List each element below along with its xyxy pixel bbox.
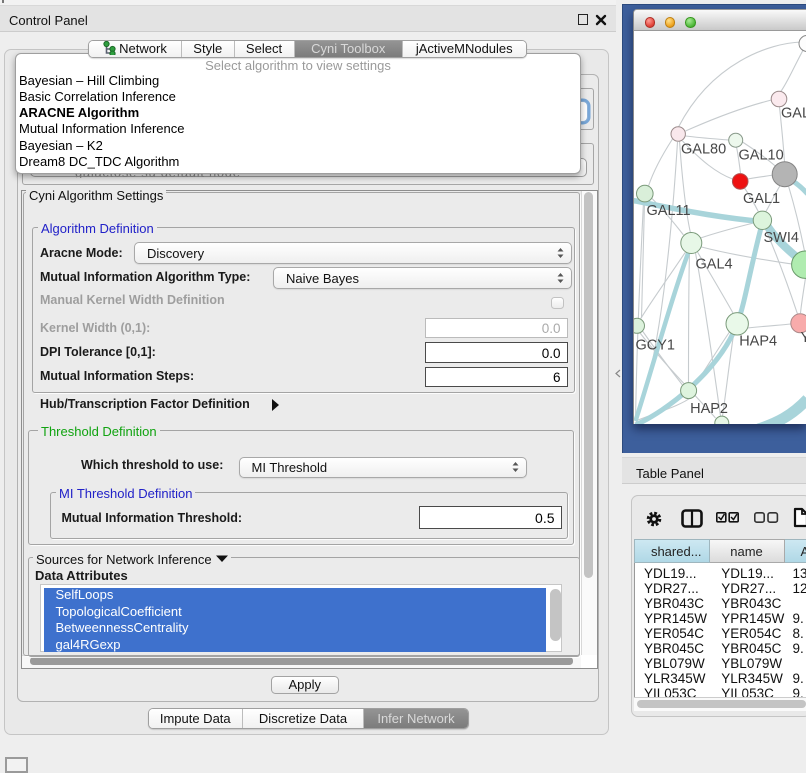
- svg-text:Y: Y: [800, 330, 806, 346]
- svg-text:HAP2: HAP2: [690, 401, 728, 417]
- svg-text:GAL3: GAL3: [781, 105, 806, 121]
- svg-text:GAL10: GAL10: [738, 148, 783, 164]
- svg-text:GAL80: GAL80: [681, 141, 726, 157]
- svg-text:GAL11: GAL11: [646, 203, 690, 219]
- svg-text:SWI4: SWI4: [763, 230, 798, 246]
- svg-text:GCY1: GCY1: [635, 338, 675, 354]
- svg-text:GAL4: GAL4: [695, 256, 732, 272]
- svg-text:HAP4: HAP4: [739, 334, 777, 350]
- svg-text:GAL1: GAL1: [743, 191, 780, 207]
